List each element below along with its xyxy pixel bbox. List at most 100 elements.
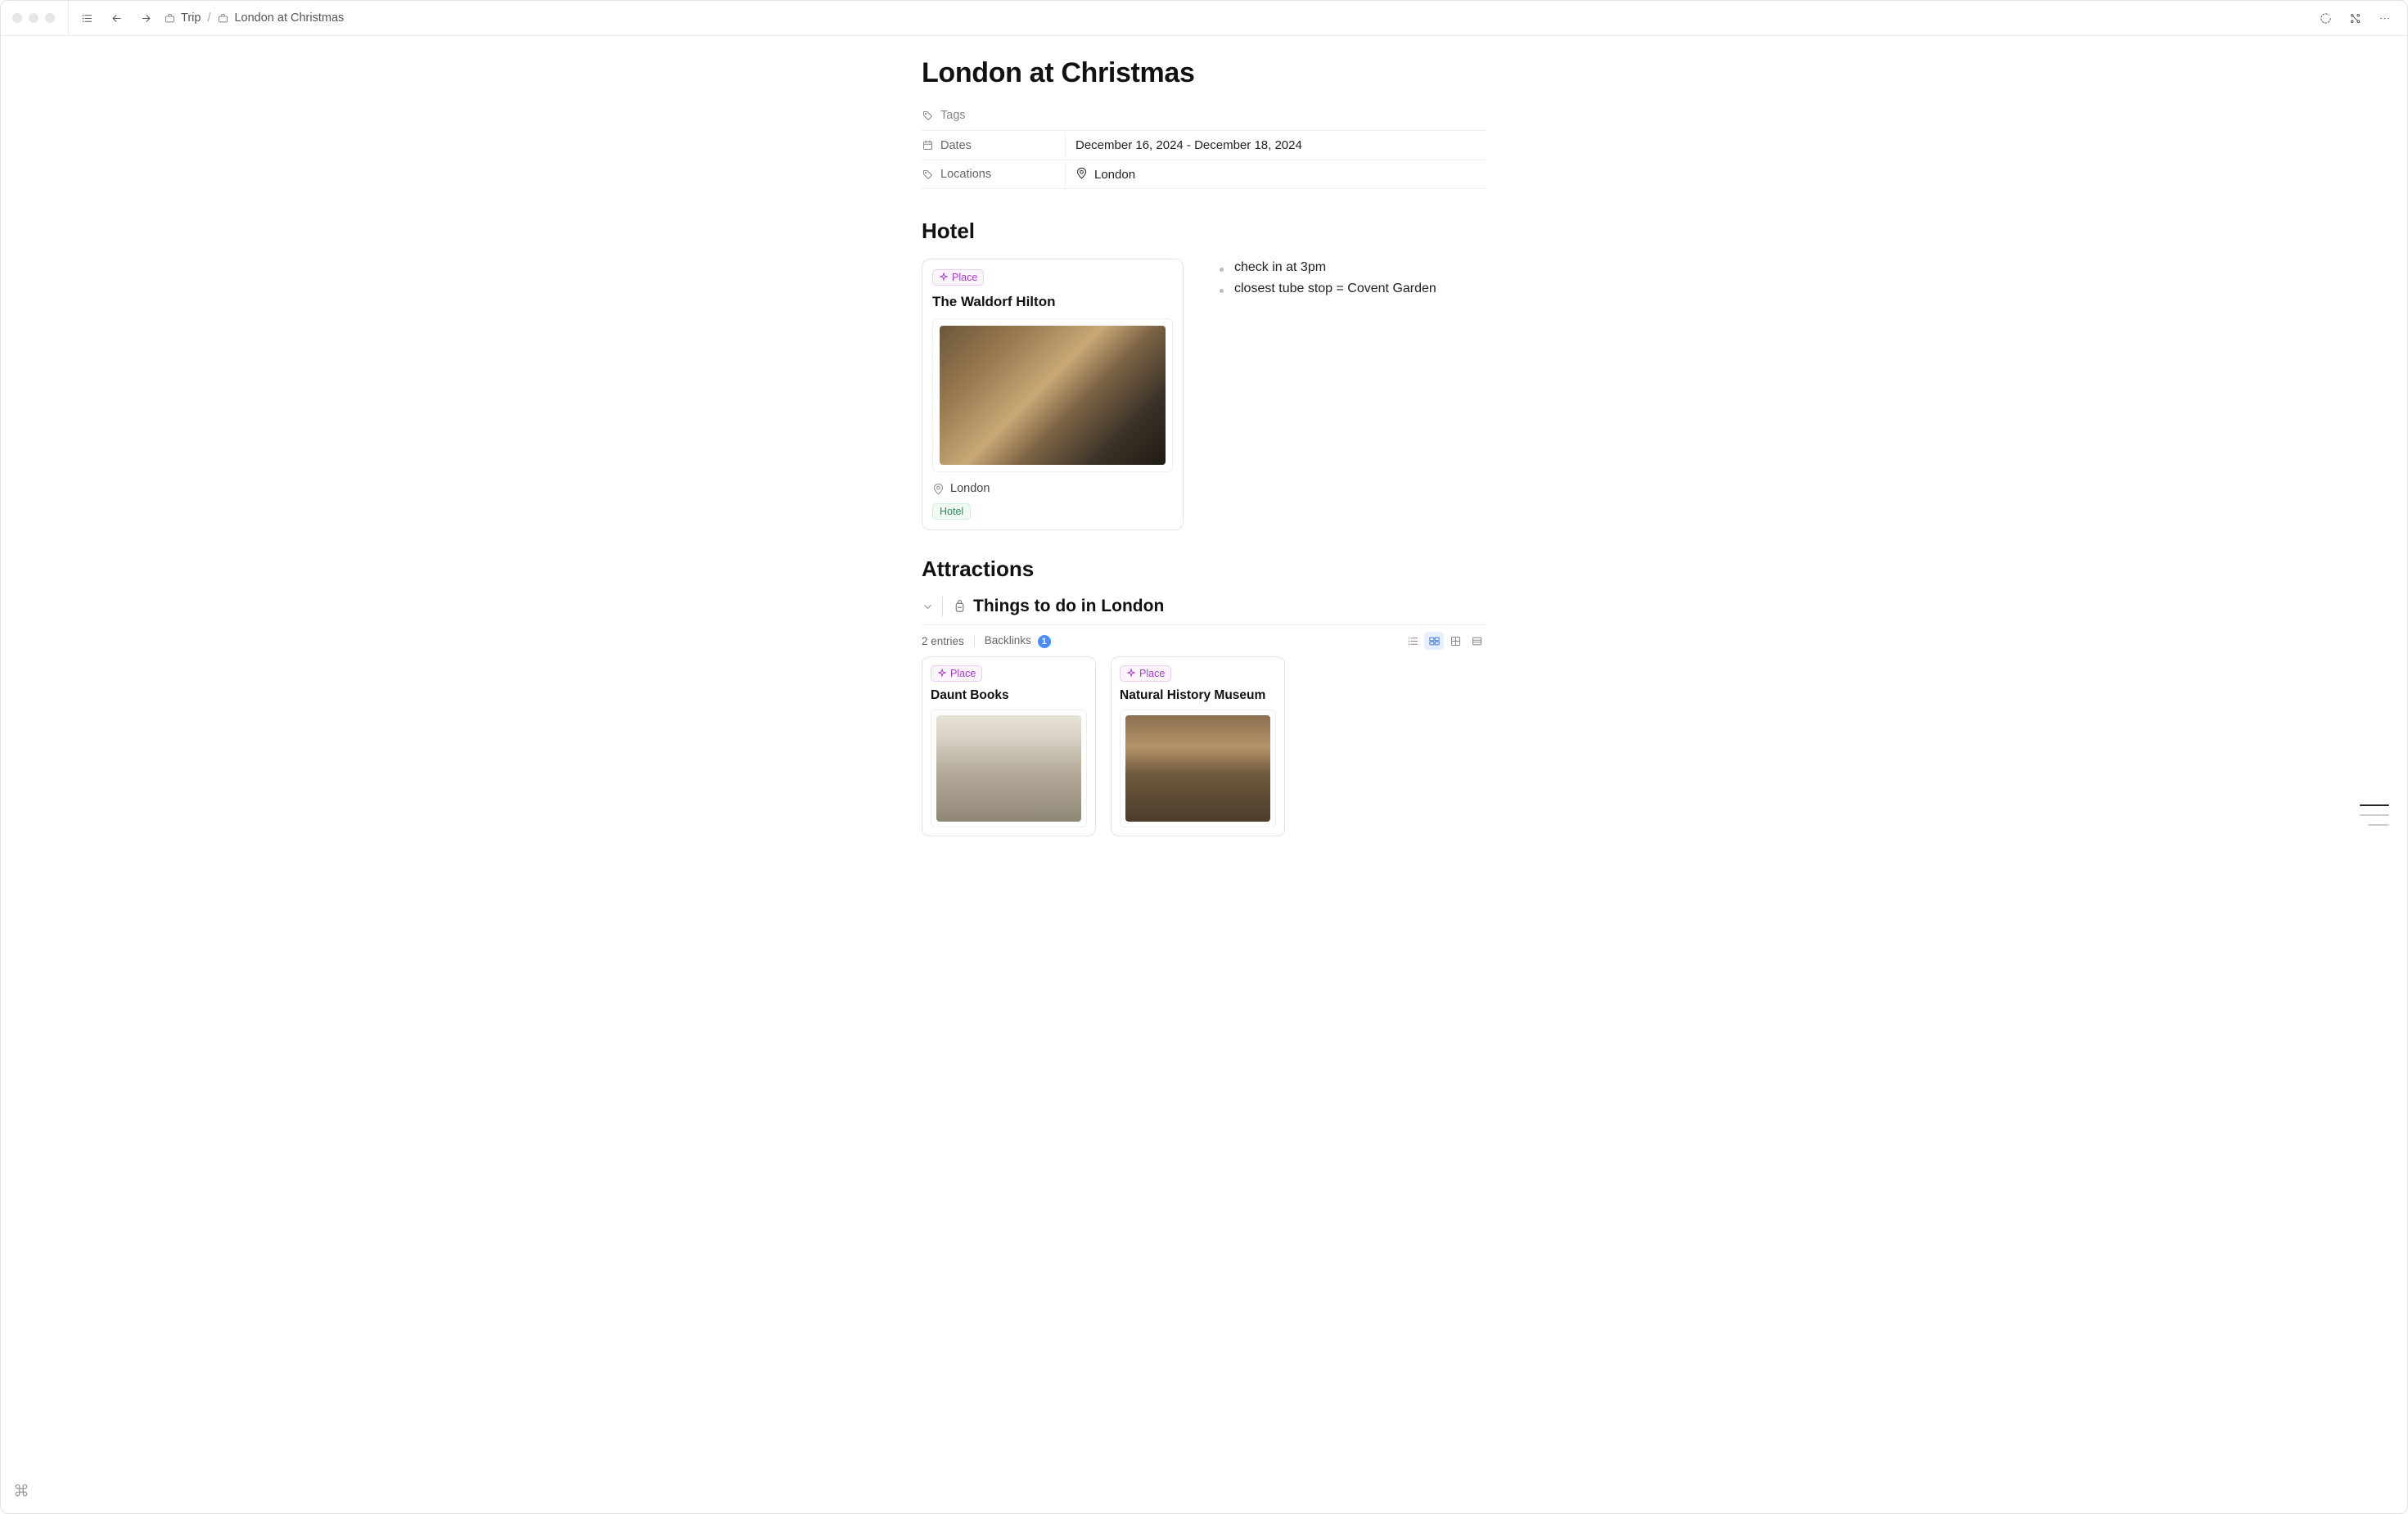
- hotel-image: [940, 326, 1166, 465]
- attraction-image-frame: [931, 710, 1087, 827]
- traffic-lights: [12, 1, 69, 35]
- minimap-mark[interactable]: [2360, 814, 2389, 816]
- more-horizontal-icon: [2379, 12, 2391, 25]
- hotel-card-location-label: London: [950, 482, 990, 495]
- minimap-mark[interactable]: [2368, 824, 2389, 826]
- sparkle-icon: [939, 273, 949, 282]
- prop-key-locations: Locations: [922, 163, 1065, 186]
- command-icon: [14, 1483, 29, 1498]
- attraction-image: [936, 715, 1081, 822]
- command-palette-button[interactable]: [14, 1483, 29, 1502]
- card-type-tag-label: Place: [1139, 668, 1165, 679]
- attraction-card[interactable]: Place Daunt Books: [922, 656, 1096, 836]
- attraction-card[interactable]: Place Natural History Museum: [1111, 656, 1285, 836]
- breadcrumb: Trip / London at Christmas: [164, 11, 344, 25]
- outline-minimap[interactable]: [2360, 804, 2389, 826]
- prop-row-dates[interactable]: Dates December 16, 2024 - December 18, 2…: [922, 130, 1486, 160]
- properties-block: Tags Dates December 16, 2024 - December …: [922, 101, 1486, 189]
- prop-row-locations[interactable]: Locations London: [922, 160, 1486, 189]
- nav-back-button[interactable]: [105, 7, 128, 29]
- attraction-image-frame: [1120, 710, 1276, 827]
- window-zoom-button[interactable]: [45, 13, 55, 23]
- table-icon: [1471, 635, 1483, 647]
- hotel-category-tag: Hotel: [932, 503, 971, 520]
- backpack-icon: [953, 600, 967, 614]
- meta-separator: [974, 635, 975, 647]
- prop-label-tags: Tags: [940, 109, 966, 122]
- prop-label-dates: Dates: [940, 139, 972, 152]
- map-pin-icon: [932, 483, 945, 495]
- window-close-button[interactable]: [12, 13, 22, 23]
- cards-icon: [1428, 635, 1441, 647]
- collection-backlinks-label: Backlinks: [985, 634, 1031, 647]
- backlinks-count-badge: 1: [1038, 635, 1051, 648]
- view-cards-button[interactable]: [1424, 632, 1444, 650]
- hotel-card-location: London: [932, 482, 1173, 495]
- attraction-card-title: Natural History Museum: [1120, 688, 1276, 703]
- card-type-tag-label: Place: [950, 668, 976, 679]
- breadcrumb-current-label: London at Christmas: [234, 11, 344, 25]
- sidebar-toggle-button[interactable]: [75, 7, 98, 29]
- collection-backlinks[interactable]: Backlinks 1: [985, 634, 1051, 648]
- command-button[interactable]: [2343, 7, 2366, 29]
- card-type-tag: Place: [931, 665, 982, 682]
- sync-icon: [2320, 12, 2332, 25]
- view-table-button[interactable]: [1467, 632, 1486, 650]
- arrow-right-icon: [140, 12, 152, 25]
- hotel-note-item[interactable]: check in at 3pm: [1216, 260, 1486, 275]
- card-type-tag-label: Place: [952, 272, 977, 283]
- arrow-left-icon: [110, 12, 123, 25]
- view-grid-button[interactable]: [1445, 632, 1465, 650]
- attraction-image: [1125, 715, 1270, 822]
- prop-value-locations[interactable]: London: [1065, 162, 1486, 187]
- command-icon: [2349, 12, 2361, 25]
- suitcase-icon: [217, 12, 229, 25]
- titlebar: Trip / London at Christmas: [1, 1, 2407, 36]
- prop-key-tags: Tags: [922, 104, 1065, 127]
- page-content: London at Christmas Tags: [922, 36, 1486, 885]
- breadcrumb-current[interactable]: London at Christmas: [217, 11, 344, 25]
- hotel-note-item[interactable]: closest tube stop = Covent Garden: [1216, 282, 1486, 296]
- hotel-card[interactable]: Place The Waldorf Hilton London Hot: [922, 259, 1184, 530]
- card-type-tag: Place: [1120, 665, 1171, 682]
- attraction-card-grid: Place Daunt Books Place Natural History …: [922, 656, 1486, 836]
- collection-collapse-toggle[interactable]: [922, 601, 934, 613]
- section-attractions-heading[interactable]: Attractions: [922, 556, 1486, 582]
- sparkle-icon: [1126, 669, 1136, 678]
- view-switcher: [1403, 632, 1486, 650]
- window-minimize-button[interactable]: [29, 13, 38, 23]
- list-icon: [81, 12, 93, 25]
- minimap-mark[interactable]: [2360, 804, 2389, 806]
- hotel-row: Place The Waldorf Hilton London Hot: [922, 259, 1486, 530]
- sync-button[interactable]: [2314, 7, 2337, 29]
- attraction-card-title: Daunt Books: [931, 688, 1087, 703]
- breadcrumb-separator: /: [207, 11, 210, 25]
- suitcase-icon: [164, 12, 176, 25]
- collection-meta-bar: 2 entries Backlinks 1: [922, 624, 1486, 656]
- prop-location-value: London: [1094, 168, 1135, 182]
- map-pin-icon: [1075, 167, 1088, 182]
- breadcrumb-parent[interactable]: Trip: [164, 11, 201, 25]
- chevron-down-icon: [922, 601, 934, 613]
- tag-icon: [922, 169, 934, 181]
- main-scroll[interactable]: London at Christmas Tags: [1, 36, 2407, 1513]
- hotel-card-title: The Waldorf Hilton: [932, 294, 1173, 310]
- section-hotel-heading[interactable]: Hotel: [922, 219, 1486, 244]
- page-title[interactable]: London at Christmas: [922, 57, 1486, 89]
- tag-icon: [922, 110, 934, 122]
- prop-row-tags[interactable]: Tags: [922, 101, 1486, 130]
- app-window: Trip / London at Christmas: [0, 0, 2408, 1514]
- view-list-button[interactable]: [1403, 632, 1423, 650]
- hotel-notes[interactable]: check in at 3pm closest tube stop = Cove…: [1216, 259, 1486, 303]
- prop-label-locations: Locations: [940, 168, 991, 181]
- list-icon: [1407, 635, 1419, 647]
- card-type-tag: Place: [932, 269, 984, 286]
- hotel-image-frame: [932, 318, 1173, 472]
- collection-title[interactable]: Things to do in London: [942, 597, 1164, 616]
- collection-header: Things to do in London: [922, 597, 1486, 616]
- nav-forward-button[interactable]: [134, 7, 157, 29]
- breadcrumb-parent-label: Trip: [181, 11, 201, 25]
- more-button[interactable]: [2373, 7, 2396, 29]
- prop-value-dates[interactable]: December 16, 2024 - December 18, 2024: [1065, 133, 1486, 157]
- prop-value-tags[interactable]: [1065, 110, 1486, 120]
